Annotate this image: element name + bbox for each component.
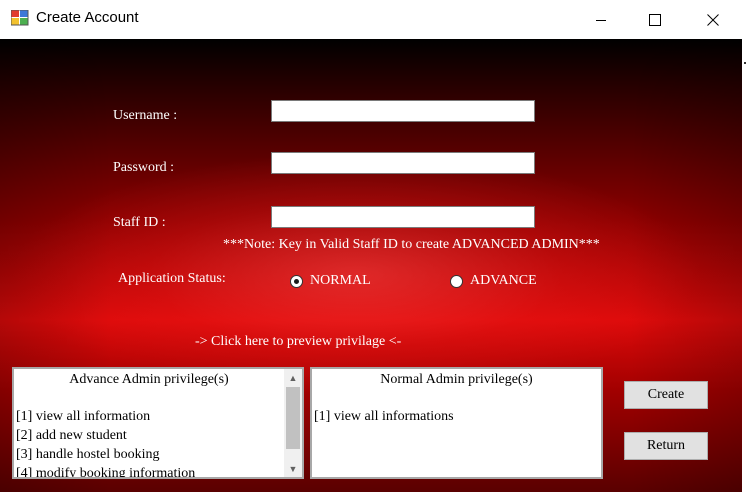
radio-advance[interactable]: ADVANCE: [450, 273, 537, 289]
radio-advance-indicator[interactable]: [450, 274, 463, 288]
normal-privileges-heading: Normal Admin privilege(s): [380, 372, 533, 387]
close-button[interactable]: [690, 0, 736, 39]
scroll-up-arrow-icon[interactable]: ▲: [284, 369, 302, 386]
normal-privileges-list[interactable]: Normal Admin privilege(s) [1] view all i…: [310, 367, 603, 479]
advance-privileges-content: Advance Admin privilege(s) [1] view all …: [14, 369, 284, 477]
scroll-down-arrow-icon[interactable]: ▼: [284, 460, 302, 477]
list-item[interactable]: [2] add new student: [16, 426, 284, 445]
radio-normal[interactable]: NORMAL: [290, 273, 371, 289]
advance-privileges-items: [1] view all information [2] add new stu…: [14, 407, 284, 477]
create-account-window: Create Account Username : Password : Sta…: [0, 0, 742, 492]
list-item[interactable]: [4] modify booking information: [16, 464, 284, 477]
form-area: Username : Password : Staff ID : ***Note…: [0, 39, 742, 492]
advance-privileges-heading: Advance Admin privilege(s): [69, 372, 229, 387]
radio-advance-label: ADVANCE: [470, 273, 537, 288]
maximize-button[interactable]: [632, 0, 678, 39]
staff-id-note: ***Note: Key in Valid Staff ID to create…: [223, 237, 600, 252]
scroll-thumb[interactable]: [286, 387, 300, 449]
vertical-scrollbar[interactable]: ▲ ▼: [284, 369, 302, 477]
app-icon: [11, 10, 29, 26]
radio-normal-indicator[interactable]: [290, 274, 303, 288]
advance-privileges-list[interactable]: Advance Admin privilege(s) [1] view all …: [12, 367, 304, 479]
staff-id-label: Staff ID :: [113, 215, 166, 230]
minimize-icon: [596, 19, 606, 21]
close-icon: [707, 13, 719, 26]
return-button[interactable]: Return: [624, 432, 708, 460]
create-button[interactable]: Create: [624, 381, 708, 409]
window-title: Create Account: [36, 9, 139, 26]
preview-privilege-link[interactable]: -> Click here to preview privilage <-: [195, 334, 401, 350]
normal-privileges-items: [1] view all informations: [312, 407, 601, 426]
username-input[interactable]: [271, 100, 535, 122]
radio-normal-label: NORMAL: [310, 273, 371, 288]
stray-dot: [744, 62, 746, 64]
password-label: Password :: [113, 160, 175, 175]
staff-id-input[interactable]: [271, 206, 535, 228]
list-item[interactable]: [1] view all informations: [314, 407, 601, 426]
list-item[interactable]: [3] handle hostel booking: [16, 445, 284, 464]
application-status-label: Application Status:: [118, 271, 226, 286]
list-item[interactable]: [1] view all information: [16, 407, 284, 426]
username-label: Username :: [113, 108, 178, 123]
title-bar[interactable]: Create Account: [0, 0, 742, 39]
password-input[interactable]: [271, 152, 535, 174]
maximize-icon: [649, 13, 661, 26]
minimize-button[interactable]: [578, 0, 624, 39]
